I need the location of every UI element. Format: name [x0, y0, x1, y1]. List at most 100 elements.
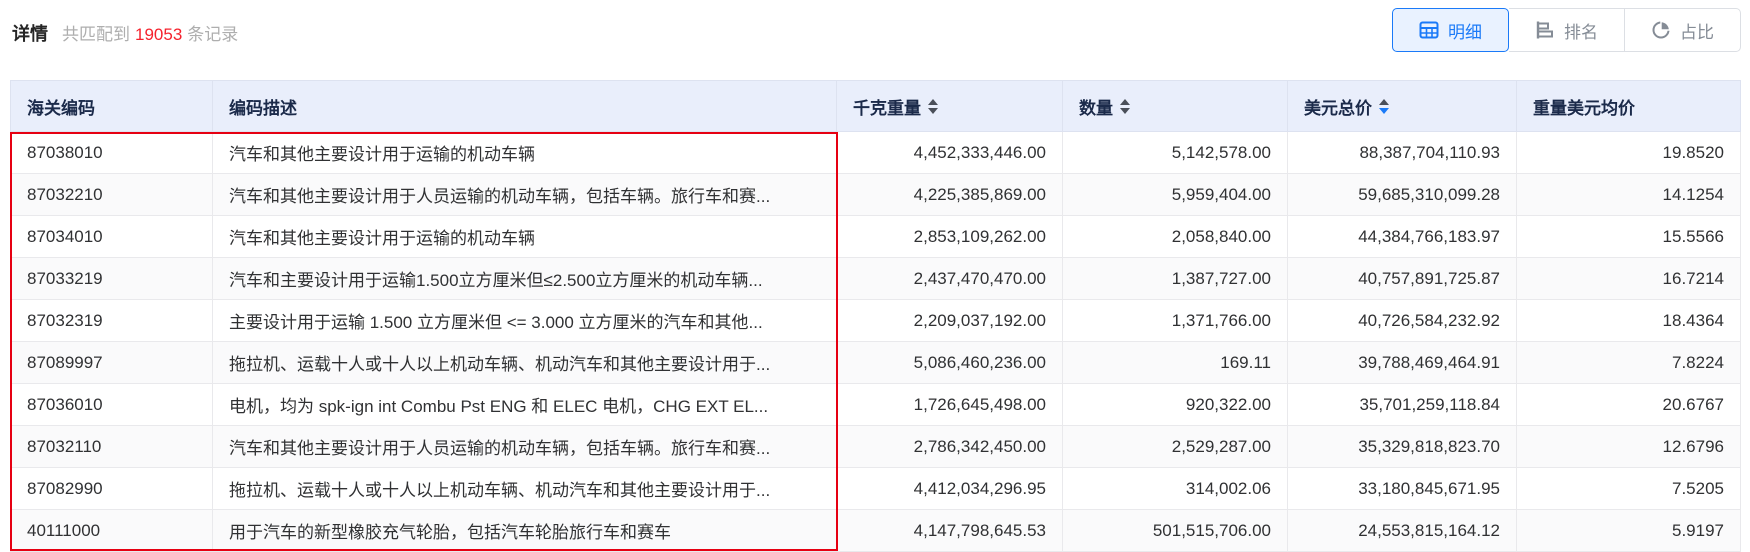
cell-kg: 2,437,470,470.00 — [836, 257, 1063, 300]
cell-usd: 44,384,766,183.97 — [1287, 215, 1517, 258]
cell-avg: 12.6796 — [1516, 425, 1741, 468]
cell-kg: 4,147,798,645.53 — [836, 509, 1063, 552]
ranking-icon — [1535, 20, 1555, 40]
cell-qty: 501,515,706.00 — [1062, 509, 1288, 552]
table-body: 87038010 汽车和其他主要设计用于运输的机动车辆 4,452,333,446.… — [10, 131, 1741, 552]
cell-desc: 主要设计用于运输 1.500 立方厘米但 <= 3.000 立方厘米的汽车和其他… — [212, 299, 837, 342]
tab-ranking-label: 排名 — [1564, 22, 1598, 42]
column-header-usd[interactable]: 美元总价 — [1287, 80, 1517, 132]
table-row: 87038010 汽车和其他主要设计用于运输的机动车辆 4,452,333,446.… — [10, 131, 1741, 174]
tab-detail-label: 明细 — [1448, 22, 1482, 42]
cell-usd: 35,701,259,118.84 — [1287, 383, 1517, 426]
cell-qty: 314,002.06 — [1062, 467, 1288, 510]
cell-code: 87036010 — [10, 383, 213, 426]
cell-desc: 用于汽车的新型橡胶充气轮胎，包括汽车轮胎旅行车和赛车 — [212, 509, 837, 552]
cell-avg: 19.8520 — [1516, 131, 1741, 174]
tab-ranking-button[interactable]: 排名 — [1509, 8, 1625, 52]
column-header-kg[interactable]: 千克重量 — [836, 80, 1063, 132]
sort-carets-icon[interactable] — [928, 98, 938, 114]
column-label: 重量美元均价 — [1533, 98, 1635, 118]
cell-avg: 18.4364 — [1516, 299, 1741, 342]
cell-code: 40111000 — [10, 509, 213, 552]
table-row: 87033219 汽车和主要设计用于运输1.500立方厘米但≤2.500立方厘米的… — [10, 257, 1741, 300]
cell-avg: 14.1254 — [1516, 173, 1741, 216]
cell-code: 87033219 — [10, 257, 213, 300]
records-table: 海关编码 编码描述 千克重量 数量 美元总价 重量美元均价 87038010 汽车和其他主要… — [10, 80, 1741, 552]
cell-qty: 2,529,287.00 — [1062, 425, 1288, 468]
cell-usd: 40,757,891,725.87 — [1287, 257, 1517, 300]
column-header-avg: 重量美元均价 — [1516, 80, 1741, 132]
cell-usd: 40,726,584,232.92 — [1287, 299, 1517, 342]
column-header-desc: 编码描述 — [212, 80, 837, 132]
sort-carets-icon[interactable] — [1120, 98, 1130, 114]
pie-icon — [1651, 20, 1671, 40]
cell-code: 87032319 — [10, 299, 213, 342]
cell-qty: 1,371,766.00 — [1062, 299, 1288, 342]
cell-code: 87089997 — [10, 341, 213, 384]
cell-avg: 16.7214 — [1516, 257, 1741, 300]
table-row: 87032319 主要设计用于运输 1.500 立方厘米但 <= 3.000 立方… — [10, 299, 1741, 342]
table-row: 87032210 汽车和其他主要设计用于人员运输的机动车辆，包括车辆。旅行车和赛.… — [10, 173, 1741, 216]
column-label: 数量 — [1079, 98, 1113, 118]
table-row: 87089997 拖拉机、运载十人或十人以上机动车辆、机动汽车和其他主要设计用于.… — [10, 341, 1741, 384]
cell-kg: 4,225,385,869.00 — [836, 173, 1063, 216]
cell-usd: 59,685,310,099.28 — [1287, 173, 1517, 216]
cell-avg: 7.5205 — [1516, 467, 1741, 510]
cell-desc: 汽车和主要设计用于运输1.500立方厘米但≤2.500立方厘米的机动车辆... — [212, 257, 837, 300]
cell-usd: 39,788,469,464.91 — [1287, 341, 1517, 384]
sort-carets-icon[interactable] — [1379, 98, 1389, 114]
column-header-qty[interactable]: 数量 — [1062, 80, 1288, 132]
cell-desc: 电机，均为 spk-ign int Combu Pst ENG 和 ELEC 电… — [212, 383, 837, 426]
title-area: 详情 共匹配到 19053 条记录 — [12, 20, 238, 46]
table-icon — [1419, 20, 1439, 40]
tab-proportion-label: 占比 — [1680, 22, 1714, 42]
topbar: 详情 共匹配到 19053 条记录 明细 排名 占比 — [0, 0, 1750, 66]
cell-kg: 4,452,333,446.00 — [836, 131, 1063, 174]
cell-desc: 汽车和其他主要设计用于人员运输的机动车辆，包括车辆。旅行车和赛... — [212, 425, 837, 468]
table-row: 87034010 汽车和其他主要设计用于运输的机动车辆 2,853,109,262.… — [10, 215, 1741, 258]
cell-desc: 拖拉机、运载十人或十人以上机动车辆、机动汽车和其他主要设计用于... — [212, 467, 837, 510]
column-label: 千克重量 — [853, 98, 921, 118]
table-row: 87082990 拖拉机、运载十人或十人以上机动车辆、机动汽车和其他主要设计用于.… — [10, 467, 1741, 510]
cell-qty: 1,387,727.00 — [1062, 257, 1288, 300]
cell-code: 87038010 — [10, 131, 213, 174]
cell-avg: 15.5566 — [1516, 215, 1741, 258]
cell-kg: 2,209,037,192.00 — [836, 299, 1063, 342]
table-row: 40111000 用于汽车的新型橡胶充气轮胎，包括汽车轮胎旅行车和赛车 4,147,… — [10, 509, 1741, 552]
column-label: 海关编码 — [27, 98, 95, 118]
cell-avg: 5.9197 — [1516, 509, 1741, 552]
match-count: 19053 — [135, 25, 183, 44]
cell-avg: 20.6767 — [1516, 383, 1741, 426]
cell-qty: 5,959,404.00 — [1062, 173, 1288, 216]
details-panel: 详情 共匹配到 19053 条记录 明细 排名 占比 海关编码 编码描述 千克重… — [0, 0, 1750, 552]
cell-avg: 7.8224 — [1516, 341, 1741, 384]
table-row: 87036010 电机，均为 spk-ign int Combu Pst ENG … — [10, 383, 1741, 426]
page-title: 详情 — [12, 24, 48, 44]
cell-kg: 2,786,342,450.00 — [836, 425, 1063, 468]
tab-detail-button[interactable]: 明细 — [1392, 8, 1509, 52]
cell-code: 87032210 — [10, 173, 213, 216]
cell-desc: 汽车和其他主要设计用于运输的机动车辆 — [212, 215, 837, 258]
cell-desc: 汽车和其他主要设计用于人员运输的机动车辆，包括车辆。旅行车和赛... — [212, 173, 837, 216]
match-prefix: 共匹配到 — [62, 25, 130, 44]
cell-kg: 5,086,460,236.00 — [836, 341, 1063, 384]
column-label: 编码描述 — [229, 98, 297, 118]
match-info: 共匹配到 19053 条记录 — [62, 20, 238, 45]
cell-desc: 汽车和其他主要设计用于运输的机动车辆 — [212, 131, 837, 174]
cell-usd: 88,387,704,110.93 — [1287, 131, 1517, 174]
tab-proportion-button[interactable]: 占比 — [1625, 8, 1741, 52]
cell-code: 87034010 — [10, 215, 213, 258]
column-header-code: 海关编码 — [10, 80, 213, 132]
cell-qty: 920,322.00 — [1062, 383, 1288, 426]
cell-qty: 169.11 — [1062, 341, 1288, 384]
column-label: 美元总价 — [1304, 98, 1372, 118]
cell-kg: 4,412,034,296.95 — [836, 467, 1063, 510]
table-header-row: 海关编码 编码描述 千克重量 数量 美元总价 重量美元均价 — [10, 80, 1741, 132]
cell-qty: 5,142,578.00 — [1062, 131, 1288, 174]
cell-kg: 2,853,109,262.00 — [836, 215, 1063, 258]
view-switch-group: 明细 排名 占比 — [1392, 8, 1741, 52]
cell-qty: 2,058,840.00 — [1062, 215, 1288, 258]
cell-usd: 35,329,818,823.70 — [1287, 425, 1517, 468]
cell-usd: 24,553,815,164.12 — [1287, 509, 1517, 552]
cell-usd: 33,180,845,671.95 — [1287, 467, 1517, 510]
